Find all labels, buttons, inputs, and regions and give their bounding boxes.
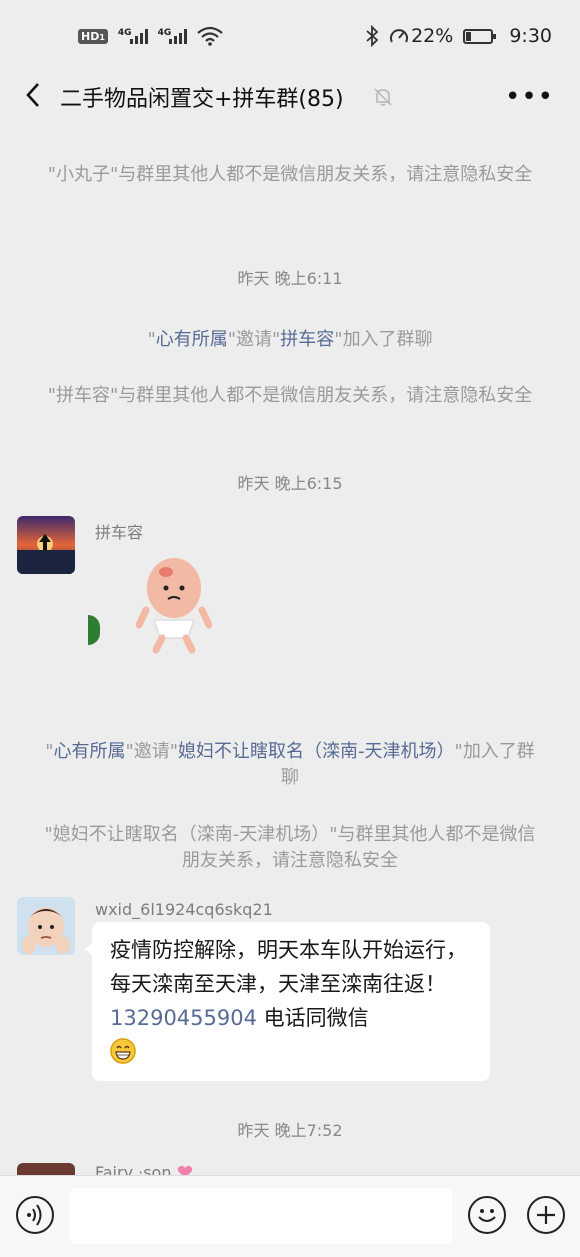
- sender-name-text: Fairy ·son: [95, 1163, 172, 1175]
- invitee-link[interactable]: 媳妇不让瞎取名（滦南-天津机场）: [178, 741, 455, 762]
- quote: ": [147, 329, 156, 350]
- network-type-1: 4G: [117, 28, 132, 38]
- quote: ": [125, 741, 134, 762]
- wifi-icon: [197, 26, 223, 46]
- speed-gauge-icon: [390, 29, 409, 43]
- more-functions-button[interactable]: [527, 1196, 565, 1234]
- privacy-notice: 与群里其他人都不是微信朋友关系，请注意隐私安全: [118, 164, 533, 185]
- invite-verb: 邀请: [236, 329, 272, 350]
- network-type-2: 4G: [157, 28, 172, 38]
- quote: ": [47, 385, 56, 406]
- status-left: HD1 4G 4G: [78, 26, 223, 46]
- member-name: 小丸子: [56, 164, 110, 185]
- grin-emoji-icon: [110, 1038, 136, 1064]
- avatar[interactable]: [17, 897, 75, 955]
- system-message: "心有所属"邀请"拼车容"加入了群聊: [40, 327, 540, 353]
- quote: ": [227, 329, 236, 350]
- privacy-notice: 与群里其他人都不是微信朋友关系，请注意隐私安全: [118, 385, 533, 406]
- bluetooth-icon: [366, 25, 379, 47]
- chat-title[interactable]: 二手物品闲置交+拼车群(85): [60, 81, 344, 113]
- message-text-tail: 电话同微信: [256, 1006, 369, 1030]
- bell-off-icon: [374, 88, 392, 106]
- plus-icon: [537, 1206, 555, 1224]
- voice-button[interactable]: [16, 1196, 54, 1234]
- battery-level: [466, 31, 472, 41]
- sunset-avatar-icon: [17, 516, 75, 574]
- member-name: 拼车容: [56, 385, 110, 406]
- baby-sticker-icon[interactable]: [136, 550, 212, 654]
- inviter-link[interactable]: 心有所属: [53, 741, 125, 762]
- hd-sub: 1: [99, 32, 105, 42]
- timestamp: 昨天 晚上6:15: [237, 474, 343, 493]
- battery-icon: [463, 28, 497, 44]
- status-right: 22% 9:30: [365, 25, 552, 47]
- chevron-left-icon: [26, 83, 39, 107]
- chat-header: 二手物品闲置交+拼车群(85) •••: [0, 72, 580, 122]
- system-message: "拼车容"与群里其他人都不是微信朋友关系，请注意隐私安全: [40, 383, 540, 409]
- voice-icon: [27, 1204, 42, 1226]
- back-button[interactable]: [18, 80, 48, 114]
- system-message: "媳妇不让瞎取名（滦南-天津机场）"与群里其他人都不是微信朋友关系，请注意隐私安…: [40, 822, 540, 874]
- avatar[interactable]: [17, 1163, 75, 1175]
- quote: ": [454, 741, 463, 762]
- signal-icon-2: 4G: [158, 28, 188, 44]
- heart-icon: [177, 1165, 192, 1175]
- woman-avatar-icon: [17, 1163, 75, 1175]
- avatar[interactable]: [17, 516, 75, 574]
- member-name: 媳妇不让瞎取名（滦南-天津机场）: [52, 824, 330, 845]
- phone-link[interactable]: 13290455904: [110, 1006, 257, 1030]
- timestamp: 昨天 晚上7:52: [237, 1121, 343, 1140]
- quote: ": [47, 164, 56, 185]
- hd-label: HD: [81, 29, 100, 43]
- inviter-link[interactable]: 心有所属: [156, 329, 228, 350]
- invitee-link[interactable]: 拼车容: [280, 329, 334, 350]
- status-bar: HD1 4G 4G 22% 9:30: [0, 0, 580, 72]
- signal-icon: 4G: [118, 28, 148, 44]
- timestamp: 昨天 晚上6:11: [237, 269, 343, 288]
- invite-verb: 邀请: [133, 741, 170, 762]
- sender-name[interactable]: wxid_6l1924cq6skq21: [95, 900, 273, 919]
- child-avatar-icon: [17, 897, 75, 955]
- floating-tab[interactable]: [88, 615, 100, 645]
- system-message: "小丸子"与群里其他人都不是微信朋友关系，请注意隐私安全: [40, 162, 540, 188]
- more-options-button[interactable]: •••: [505, 82, 554, 112]
- quote: ": [329, 824, 338, 845]
- message-input[interactable]: [70, 1188, 452, 1244]
- quote: ": [334, 329, 343, 350]
- emoji-button[interactable]: [468, 1196, 506, 1234]
- quote: ": [169, 741, 179, 762]
- sender-name[interactable]: 拼车容: [95, 519, 143, 543]
- clock: 9:30: [509, 25, 552, 47]
- message-bubble[interactable]: 疫情防控解除，明天本车队开始运行，每天滦南至天津，天津至滦南往返！ 1329045…: [85, 922, 490, 1081]
- joined-text: 加入了群聊: [342, 329, 433, 350]
- smile-icon: [478, 1209, 496, 1222]
- sender-name[interactable]: Fairy ·son: [95, 1163, 193, 1175]
- quote: ": [44, 824, 53, 845]
- input-bar: [0, 1175, 580, 1257]
- message-list[interactable]: "小丸子"与群里其他人都不是微信朋友关系，请注意隐私安全 昨天 晚上6:11 "…: [0, 122, 580, 1175]
- hd-badge: HD1: [78, 28, 108, 44]
- message-text: 疫情防控解除，明天本车队开始运行，每天滦南至天津，天津至滦南往返！: [110, 938, 467, 996]
- battery-percent: 22%: [411, 25, 454, 47]
- system-message: "心有所属"邀请"媳妇不让瞎取名（滦南-天津机场）"加入了群聊: [40, 739, 540, 791]
